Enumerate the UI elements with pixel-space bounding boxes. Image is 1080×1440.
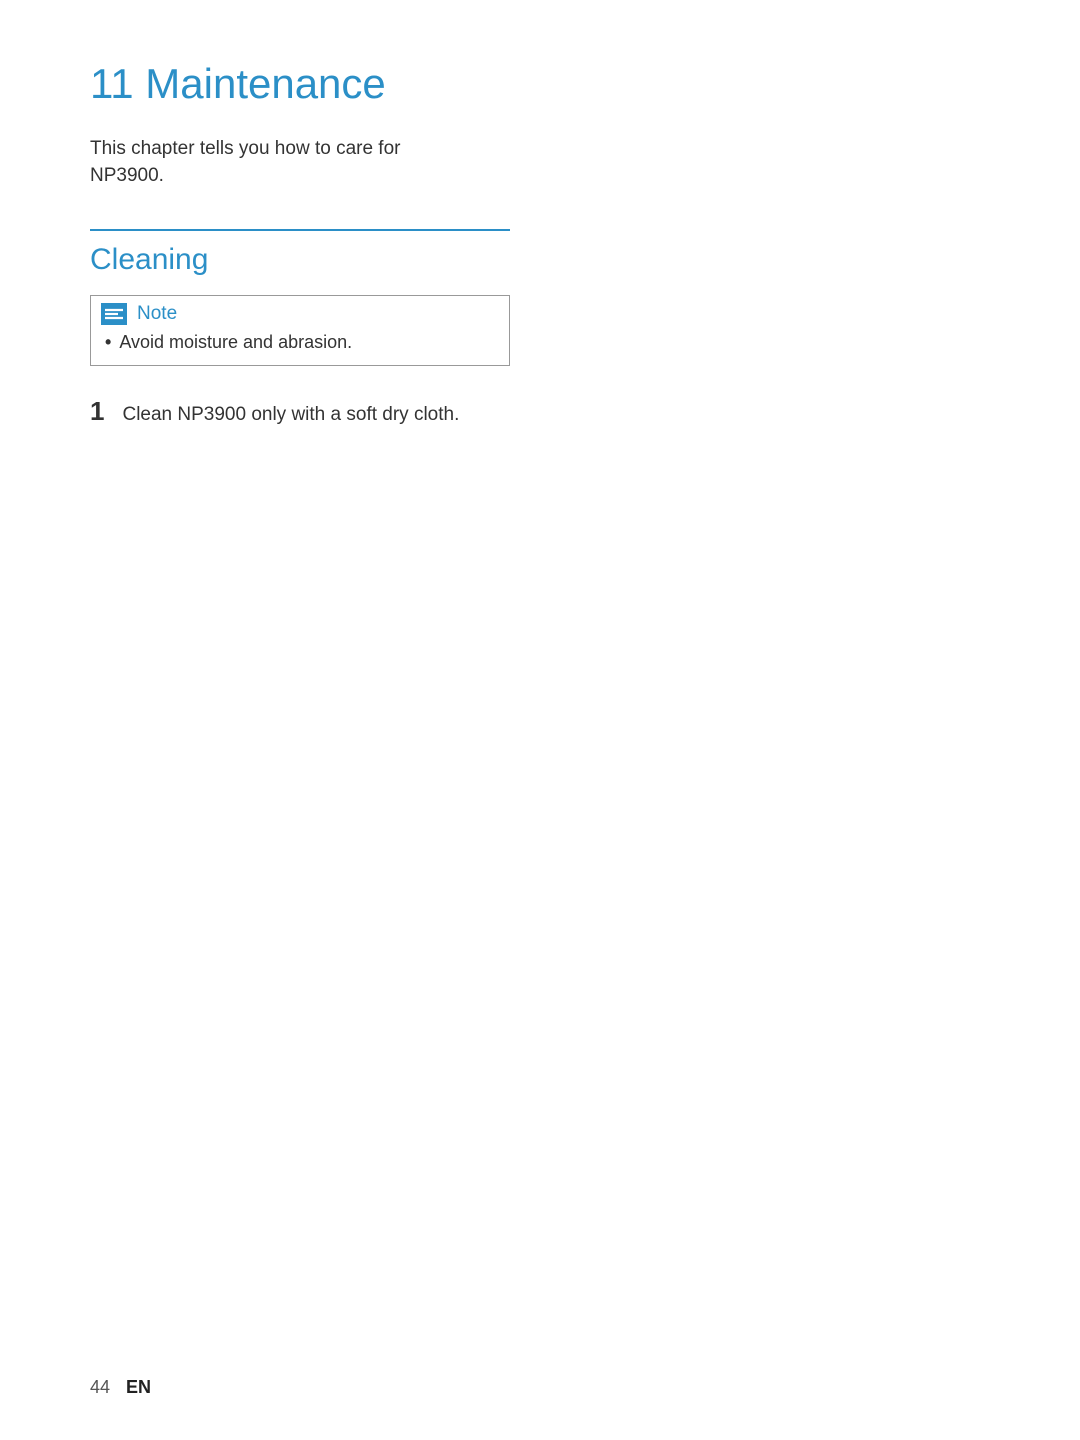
note-bullet-item: • Avoid moisture and abrasion. bbox=[105, 330, 495, 355]
step-text: Clean NP3900 only with a soft dry cloth. bbox=[122, 402, 459, 429]
page-language: EN bbox=[126, 1377, 151, 1398]
note-label: Note bbox=[137, 303, 177, 325]
note-header: Note bbox=[91, 296, 509, 330]
note-bullet-text: Avoid moisture and abrasion. bbox=[119, 330, 352, 355]
section-divider bbox=[90, 229, 510, 231]
note-icon bbox=[101, 303, 127, 325]
section-heading: Cleaning bbox=[90, 243, 470, 277]
note-callout: Note • Avoid moisture and abrasion. bbox=[90, 295, 510, 366]
page-footer: 44 EN bbox=[90, 1377, 151, 1398]
note-body: • Avoid moisture and abrasion. bbox=[91, 330, 509, 365]
page-content: 11 Maintenance This chapter tells you ho… bbox=[0, 0, 560, 429]
page-number: 44 bbox=[90, 1377, 110, 1398]
chapter-intro-text: This chapter tells you how to care for N… bbox=[90, 136, 470, 189]
chapter-title: Maintenance bbox=[145, 60, 386, 107]
chapter-number: 11 bbox=[90, 60, 134, 107]
step-number: 1 bbox=[90, 398, 104, 424]
bullet-dot-icon: • bbox=[105, 330, 111, 355]
step-item: 1 Clean NP3900 only with a soft dry clot… bbox=[90, 398, 470, 429]
chapter-heading: 11 Maintenance bbox=[90, 60, 470, 108]
